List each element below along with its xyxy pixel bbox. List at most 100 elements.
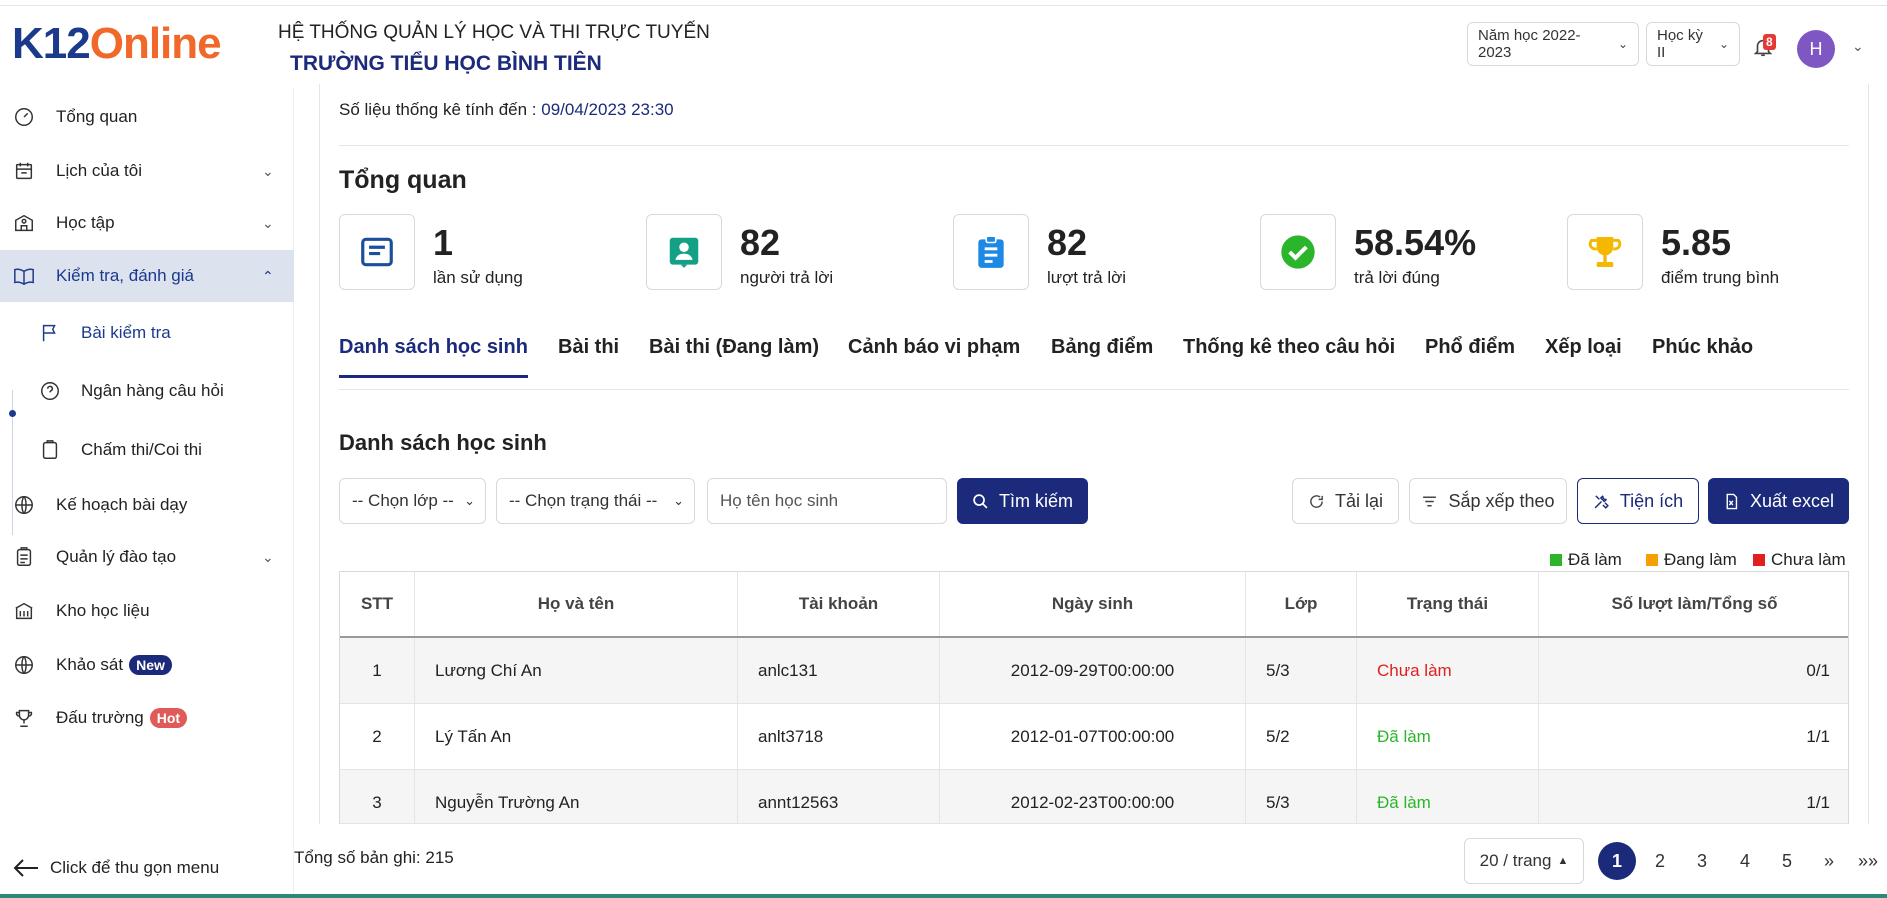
reload-button-label: Tải lại: [1334, 490, 1383, 511]
clipboard-icon: [38, 438, 62, 462]
search-icon: [973, 493, 988, 508]
sidebar-subitem-tests[interactable]: Bài kiểm tra: [0, 307, 294, 359]
legend-swatch: [1646, 554, 1658, 566]
stat-value: 58.54%: [1354, 222, 1477, 263]
cell-name: Nguyễn Trường An: [415, 770, 738, 823]
list-title: Danh sách học sinh: [339, 430, 547, 455]
tab-review[interactable]: Phúc khảo: [1652, 336, 1753, 359]
sidebar-item-overview[interactable]: Tổng quan: [0, 91, 294, 143]
school-year-select[interactable]: Năm học 2022-2023 ⌄: [1467, 22, 1639, 66]
cell-class: 5/3: [1246, 770, 1357, 823]
avatar[interactable]: H: [1797, 30, 1835, 68]
stat-caption: điểm trung bình: [1661, 268, 1780, 287]
page-4[interactable]: 4: [1726, 842, 1764, 880]
sidebar-item-assessment[interactable]: Kiểm tra, đánh giá ⌃: [0, 250, 294, 302]
reload-button[interactable]: Tải lại: [1292, 478, 1399, 524]
search-button-label: Tìm kiếm: [999, 490, 1073, 511]
class-select[interactable]: -- Chọn lớp -- ⌄: [339, 478, 486, 524]
sidebar-item-training[interactable]: Quản lý đào tạo ⌄: [0, 531, 294, 583]
document-icon: [339, 214, 415, 290]
cell-stt: 3: [340, 770, 415, 823]
legend-label: Chưa làm: [1771, 550, 1846, 569]
stat-caption: người trả lời: [740, 268, 834, 287]
table-row[interactable]: 2 Lý Tấn An anlt3718 2012-01-07T00:00:00…: [340, 704, 1848, 770]
sidebar-subitem-label: Bài kiểm tra: [81, 323, 171, 342]
semester-select[interactable]: Học kỳ II ⌄: [1646, 22, 1740, 66]
sidebar-item-label: Kho học liệu: [56, 601, 150, 620]
school-year-value: Năm học 2022-2023: [1478, 27, 1581, 61]
page-next[interactable]: »: [1810, 842, 1848, 880]
sidebar-item-arena[interactable]: Đấu trường Hot: [0, 692, 294, 744]
utility-button[interactable]: Tiện ích: [1577, 478, 1699, 524]
stat-label: Số liệu thống kê tính đến :: [339, 100, 542, 119]
sidebar-subitem-label: Ngân hàng câu hỏi: [81, 381, 224, 400]
cell-account: annt12563: [738, 770, 940, 823]
column-header[interactable]: Tài khoản: [738, 572, 940, 636]
legend-label: Đã làm: [1568, 550, 1622, 569]
page-3[interactable]: 3: [1683, 842, 1721, 880]
sidebar-item-survey[interactable]: Khảo sát New: [0, 639, 294, 691]
sidebar-item-library[interactable]: Kho học liệu: [0, 585, 294, 637]
tab-student-list[interactable]: Danh sách học sinh: [339, 336, 528, 359]
active-tab-indicator: [339, 375, 528, 378]
legend-swatch: [1753, 554, 1765, 566]
globe-icon: [12, 653, 36, 677]
search-button[interactable]: Tìm kiếm: [957, 478, 1088, 524]
table-row[interactable]: 3 Nguyễn Trường An annt12563 2012-02-23T…: [340, 770, 1848, 824]
table-row[interactable]: 1 Lương Chí An anlc131 2012-09-29T00:00:…: [340, 638, 1848, 704]
column-header[interactable]: Trạng thái: [1357, 572, 1539, 636]
cell-count: 0/1: [1806, 660, 1830, 680]
page-5[interactable]: 5: [1768, 842, 1806, 880]
column-header[interactable]: STT: [340, 572, 415, 636]
column-header[interactable]: Ngày sinh: [940, 572, 1246, 636]
flag-icon: [38, 321, 62, 345]
caret-up-icon: ▲: [1557, 855, 1569, 867]
globe-icon: [12, 493, 36, 517]
column-header[interactable]: Số lượt làm/Tổng số: [1539, 572, 1850, 636]
column-header[interactable]: Họ và tên: [415, 572, 738, 636]
clipboard-list-icon: [953, 214, 1029, 290]
sidebar-item-study[interactable]: Học tập ⌄: [0, 197, 294, 249]
cell-name: Lương Chí An: [415, 638, 738, 703]
cell-count: 1/1: [1806, 726, 1830, 746]
stat-value: 5.85: [1661, 222, 1732, 263]
page-last[interactable]: »»: [1849, 842, 1887, 880]
student-name-input[interactable]: Họ tên học sinh: [707, 478, 947, 524]
tab-scoreboard[interactable]: Bảng điểm: [1051, 336, 1153, 359]
school-icon: [12, 211, 36, 235]
export-excel-button[interactable]: Xuất excel: [1708, 478, 1849, 524]
new-badge: New: [129, 655, 172, 675]
sidebar-item-label: Học tập: [56, 213, 115, 232]
survey-label: Khảo sát: [56, 655, 124, 674]
column-header[interactable]: Lớp: [1246, 572, 1357, 636]
tab-ranking[interactable]: Xếp loại: [1545, 336, 1622, 359]
collapse-menu-button[interactable]: Click để thu gọn menu: [12, 856, 219, 880]
sidebar-subitem-grading[interactable]: Chấm thi/Coi thi: [0, 424, 294, 476]
cell-count: 1/1: [1806, 793, 1830, 812]
legend-in-progress: Đang làm: [1646, 550, 1737, 570]
stat-time-value: 09/04/2023 23:30: [541, 100, 674, 119]
content-border-right: [1868, 84, 1869, 824]
semester-value: Học kỳ II: [1657, 27, 1703, 61]
student-table: STT Họ và tên Tài khoản Ngày sinh Lớp Tr…: [339, 571, 1849, 824]
hot-badge: Hot: [149, 708, 188, 728]
cell-status: Đã làm: [1357, 770, 1539, 823]
logo[interactable]: K12 Online: [12, 19, 222, 68]
page-2[interactable]: 2: [1641, 842, 1679, 880]
tab-score-distribution[interactable]: Phổ điểm: [1425, 336, 1515, 359]
sidebar-item-calendar[interactable]: Lịch của tôi ⌄: [0, 145, 294, 197]
page-size-select[interactable]: 20 / trang ▲: [1464, 838, 1584, 884]
page-1[interactable]: 1: [1598, 842, 1636, 880]
tab-question-stats[interactable]: Thống kê theo câu hỏi: [1183, 336, 1395, 359]
sidebar-subitem-question-bank[interactable]: Ngân hàng câu hỏi: [0, 365, 294, 417]
status-select[interactable]: -- Chọn trạng thái -- ⌄: [496, 478, 695, 524]
tab-exams[interactable]: Bài thi: [558, 336, 619, 359]
tab-exams-in-progress[interactable]: Bài thi (Đang làm): [649, 336, 819, 359]
sort-button[interactable]: Sắp xếp theo: [1409, 478, 1567, 524]
stat-caption: lần sử dụng: [433, 268, 523, 287]
chevron-down-icon: ⌄: [464, 493, 475, 508]
bottom-border: [0, 894, 1887, 898]
sidebar-item-lesson-plan[interactable]: Kế hoạch bài dạy: [0, 479, 294, 531]
account-chevron-icon[interactable]: ⌄: [1852, 38, 1864, 55]
tab-violations[interactable]: Cảnh báo vi phạm: [848, 336, 1020, 359]
